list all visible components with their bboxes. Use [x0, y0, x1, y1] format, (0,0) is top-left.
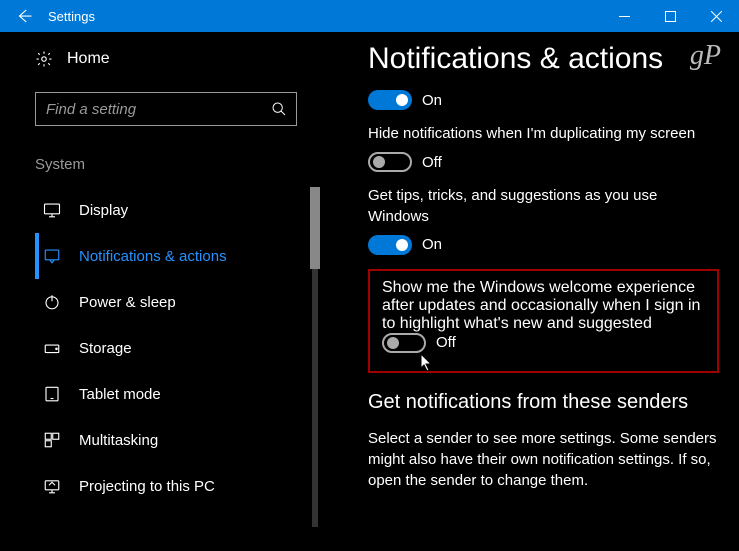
toggle-state: On	[422, 92, 442, 109]
close-button[interactable]	[693, 0, 739, 32]
sidebar-item-label: Power & sleep	[79, 294, 176, 311]
sidebar-item-label: Storage	[79, 340, 132, 357]
highlighted-setting: Show me the Windows welcome experience a…	[368, 269, 719, 373]
window-title: Settings	[48, 9, 601, 24]
home-label: Home	[67, 50, 110, 68]
notifications-icon	[43, 247, 61, 265]
sidebar-item-projecting[interactable]: Projecting to this PC	[35, 463, 330, 509]
toggle-state: Off	[436, 334, 456, 351]
setting-row: On	[368, 90, 719, 110]
nav-list: Display Notifications & actions Power & …	[35, 187, 330, 509]
back-button[interactable]	[0, 0, 48, 32]
group-label: System	[35, 156, 330, 173]
toggle-switch[interactable]	[368, 235, 412, 255]
sidebar-item-label: Projecting to this PC	[79, 478, 215, 495]
display-icon	[43, 201, 61, 219]
power-icon	[43, 293, 61, 311]
scrollbar-thumb[interactable]	[310, 187, 320, 269]
search-field[interactable]	[36, 101, 262, 118]
sidebar: Home System Display Notifications & acti…	[0, 32, 330, 551]
toggle-switch[interactable]	[368, 90, 412, 110]
sidebar-item-storage[interactable]: Storage	[35, 325, 330, 371]
section-description: Select a sender to see more settings. So…	[368, 428, 719, 491]
watermark: gP	[690, 40, 721, 72]
setting-label: Show me the Windows welcome experience a…	[382, 279, 705, 333]
minimize-button[interactable]	[601, 0, 647, 32]
main-panel: gP Notifications & actions On Hide notif…	[330, 32, 739, 551]
toggle-state: Off	[422, 154, 442, 171]
setting-row: Get tips, tricks, and suggestions as you…	[368, 186, 719, 255]
section-heading: Get notifications from these senders	[368, 391, 719, 414]
setting-row: Hide notifications when I'm duplicating …	[368, 124, 719, 172]
sidebar-item-label: Display	[79, 202, 128, 219]
projecting-icon	[43, 477, 61, 495]
sidebar-item-notifications[interactable]: Notifications & actions	[35, 233, 330, 279]
tablet-icon	[43, 385, 61, 403]
sidebar-item-display[interactable]: Display	[35, 187, 330, 233]
storage-icon	[43, 339, 61, 357]
search-input[interactable]	[35, 92, 297, 126]
cursor-icon	[420, 353, 434, 373]
search-icon	[262, 101, 296, 117]
titlebar: Settings	[0, 0, 739, 32]
setting-label: Get tips, tricks, and suggestions as you…	[368, 186, 719, 227]
home-button[interactable]: Home	[35, 50, 330, 68]
setting-label: Hide notifications when I'm duplicating …	[368, 124, 719, 144]
sidebar-item-label: Multitasking	[79, 432, 158, 449]
sidebar-item-label: Tablet mode	[79, 386, 161, 403]
sidebar-item-power[interactable]: Power & sleep	[35, 279, 330, 325]
page-title: Notifications & actions	[368, 42, 719, 76]
toggle-switch[interactable]	[382, 333, 426, 353]
gear-icon	[35, 50, 53, 68]
toggle-switch[interactable]	[368, 152, 412, 172]
multitasking-icon	[43, 431, 61, 449]
sidebar-item-multitasking[interactable]: Multitasking	[35, 417, 330, 463]
sidebar-item-tablet[interactable]: Tablet mode	[35, 371, 330, 417]
toggle-state: On	[422, 236, 442, 253]
sidebar-item-label: Notifications & actions	[79, 248, 227, 265]
maximize-button[interactable]	[647, 0, 693, 32]
